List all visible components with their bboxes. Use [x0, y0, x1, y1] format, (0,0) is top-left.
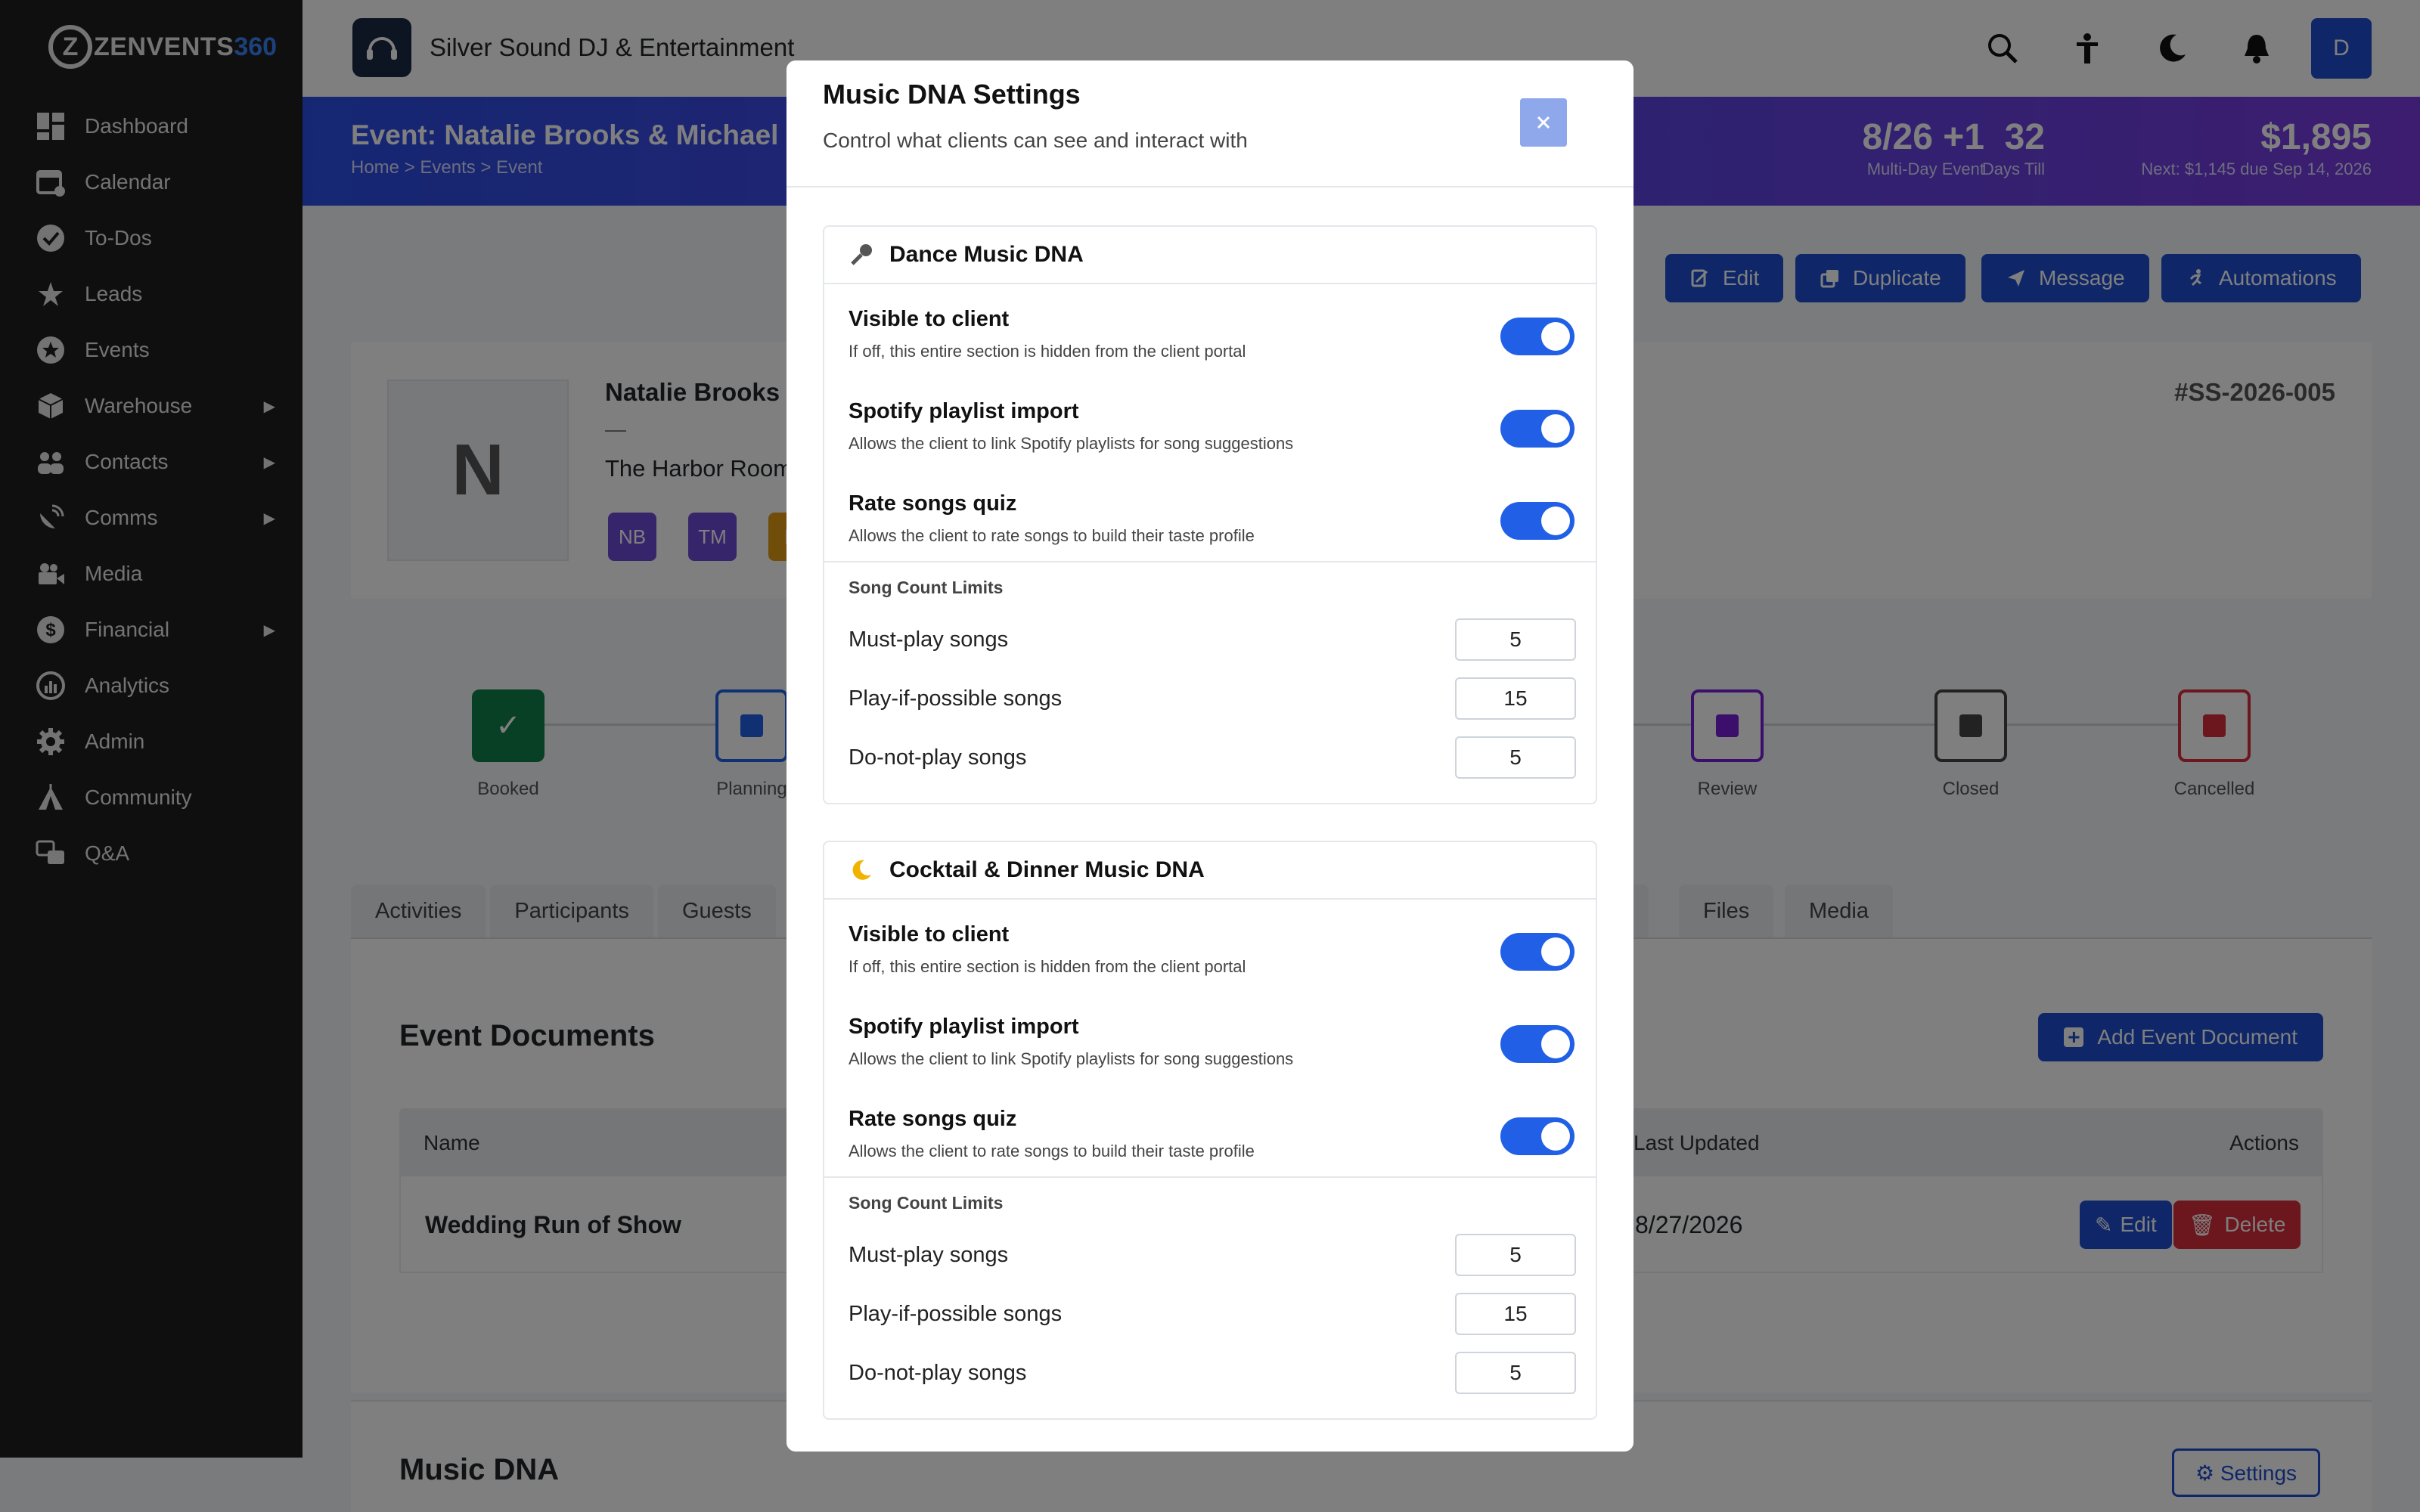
music-dna-settings-modal: Music DNA Settings Control what clients … — [786, 60, 1634, 1452]
close-icon — [1537, 116, 1550, 129]
setting-label: Rate songs quiz — [849, 1107, 1017, 1131]
setting-label: Rate songs quiz — [849, 491, 1017, 516]
rate-songs-quiz-toggle[interactable] — [1500, 502, 1575, 540]
section-header: Cocktail & Dinner Music DNA — [824, 842, 1596, 900]
spotify-import-toggle[interactable] — [1500, 410, 1575, 448]
setting-description: Allows the client to rate songs to build… — [849, 1142, 1255, 1160]
setting-description: If off, this entire section is hidden fr… — [849, 957, 1246, 976]
visible-to-client-row: Visible to client If off, this entire se… — [824, 900, 1596, 992]
do-not-play-input[interactable]: 5 — [1455, 736, 1576, 779]
play-if-possible-row: Play-if-possible songs 15 — [824, 677, 1596, 726]
cocktail-dinner-music-dna-section: Cocktail & Dinner Music DNA Visible to c… — [823, 841, 1597, 1420]
play-if-possible-input[interactable]: 15 — [1455, 1293, 1576, 1335]
rate-songs-quiz-row: Rate songs quiz Allows the client to rat… — [824, 1084, 1596, 1176]
limits-label: Song Count Limits — [849, 1193, 1004, 1213]
moon-icon — [849, 857, 874, 883]
close-button[interactable] — [1520, 98, 1567, 147]
song-count-limits: Song Count Limits Must-play songs 5 Play… — [824, 561, 1596, 801]
dance-music-dna-section: Dance Music DNA Visible to client If off… — [823, 225, 1597, 804]
setting-label: Visible to client — [849, 307, 1010, 331]
limit-label: Do-not-play songs — [849, 1361, 1027, 1385]
visible-to-client-toggle[interactable] — [1500, 933, 1575, 971]
visible-to-client-toggle[interactable] — [1500, 318, 1575, 355]
limit-label: Do-not-play songs — [849, 745, 1027, 770]
setting-description: If off, this entire section is hidden fr… — [849, 342, 1246, 361]
setting-label: Visible to client — [849, 922, 1010, 947]
modal-subtitle: Control what clients can see and interac… — [823, 129, 1248, 152]
rate-songs-quiz-row: Rate songs quiz Allows the client to rat… — [824, 469, 1596, 561]
setting-label: Spotify playlist import — [849, 1015, 1079, 1039]
modal-title: Music DNA Settings — [823, 79, 1081, 110]
rate-songs-quiz-toggle[interactable] — [1500, 1117, 1575, 1155]
modal-header: Music DNA Settings Control what clients … — [786, 60, 1634, 187]
spotify-import-toggle[interactable] — [1500, 1025, 1575, 1063]
limit-label: Play-if-possible songs — [849, 1302, 1063, 1326]
limit-label: Must-play songs — [849, 627, 1009, 652]
section-title: Cocktail & Dinner Music DNA — [889, 857, 1205, 882]
must-play-input[interactable]: 5 — [1455, 618, 1576, 661]
setting-description: Allows the client to rate songs to build… — [849, 526, 1255, 545]
setting-description: Allows the client to link Spotify playli… — [849, 434, 1294, 453]
do-not-play-row: Do-not-play songs 5 — [824, 1352, 1596, 1400]
setting-label: Spotify playlist import — [849, 399, 1079, 423]
must-play-row: Must-play songs 5 — [824, 618, 1596, 667]
limits-label: Song Count Limits — [849, 578, 1004, 597]
limit-label: Play-if-possible songs — [849, 686, 1063, 711]
do-not-play-input[interactable]: 5 — [1455, 1352, 1576, 1394]
section-header: Dance Music DNA — [824, 227, 1596, 284]
play-if-possible-input[interactable]: 15 — [1455, 677, 1576, 720]
spotify-import-row: Spotify playlist import Allows the clien… — [824, 992, 1596, 1084]
visible-to-client-row: Visible to client If off, this entire se… — [824, 284, 1596, 376]
play-if-possible-row: Play-if-possible songs 15 — [824, 1293, 1596, 1341]
must-play-row: Must-play songs 5 — [824, 1234, 1596, 1282]
limit-label: Must-play songs — [849, 1243, 1009, 1267]
microphone-icon — [849, 242, 874, 268]
section-title: Dance Music DNA — [889, 242, 1084, 267]
song-count-limits: Song Count Limits Must-play songs 5 Play… — [824, 1176, 1596, 1417]
do-not-play-row: Do-not-play songs 5 — [824, 736, 1596, 785]
spotify-import-row: Spotify playlist import Allows the clien… — [824, 376, 1596, 469]
must-play-input[interactable]: 5 — [1455, 1234, 1576, 1276]
setting-description: Allows the client to link Spotify playli… — [849, 1049, 1294, 1068]
